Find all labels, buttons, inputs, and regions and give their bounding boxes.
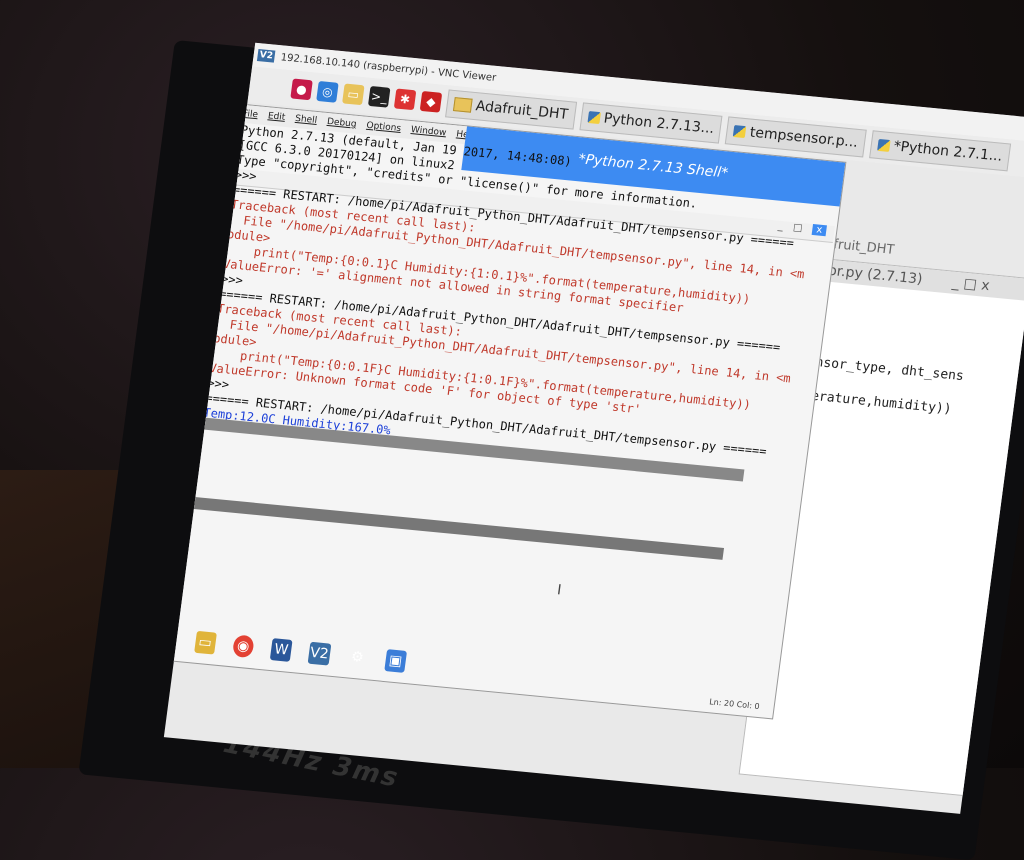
terminal-icon[interactable]: >_ [367,85,391,108]
folder-icon[interactable]: ▭ [342,83,365,106]
browser-icon[interactable]: ◎ [316,80,339,103]
raspberry-icon[interactable]: ● [290,78,313,101]
word-icon[interactable]: W [269,638,293,662]
task-label: tempsensor.p... [748,124,859,151]
menu-window[interactable]: Window [410,125,447,138]
python-icon [587,110,601,125]
desktop-icon[interactable]: ▣ [384,649,408,673]
vnc-logo-icon: V2 [256,49,276,63]
chrome-icon[interactable]: ◉ [231,634,255,659]
folder-icon [452,97,473,113]
task-label: *Python 2.7.1... [892,138,1004,165]
task-label: Adafruit_DHT [474,98,569,123]
menu-options[interactable]: Options [366,121,402,134]
settings-icon[interactable]: ⚙ [346,645,369,669]
editor-controls[interactable]: _ □ x [951,275,990,294]
python-icon [733,125,747,139]
menu-file[interactable]: File [242,109,258,120]
vnc-icon[interactable]: V2 [307,641,331,666]
file-explorer-icon[interactable]: ▭ [193,630,217,655]
monitor: 144Hz 3ms V2 192.168.10.140 (raspberrypi… [78,40,1024,860]
menu-edit[interactable]: Edit [267,111,286,123]
screen: V2 192.168.10.140 (raspberrypi) - VNC Vi… [163,42,1024,814]
menu-shell[interactable]: Shell [295,114,318,126]
shell-scroll-band [184,496,725,560]
menu-debug[interactable]: Debug [326,117,357,130]
bug-icon[interactable]: ✱ [393,88,417,111]
shell-output: Python 2.7.13 (default, Jan 19 2017, 14:… [203,123,829,477]
python-icon [877,138,891,152]
text-cursor-icon: I [556,582,563,599]
task-adafruit-dht[interactable]: Adafruit_DHT [445,89,577,130]
status-bar: Ln: 20 Col: 0 [708,697,761,712]
task-label: Python 2.7.13... [602,110,716,138]
wolfram-icon[interactable]: ◆ [419,90,443,113]
search-icon[interactable]: ⌕ [164,627,179,651]
